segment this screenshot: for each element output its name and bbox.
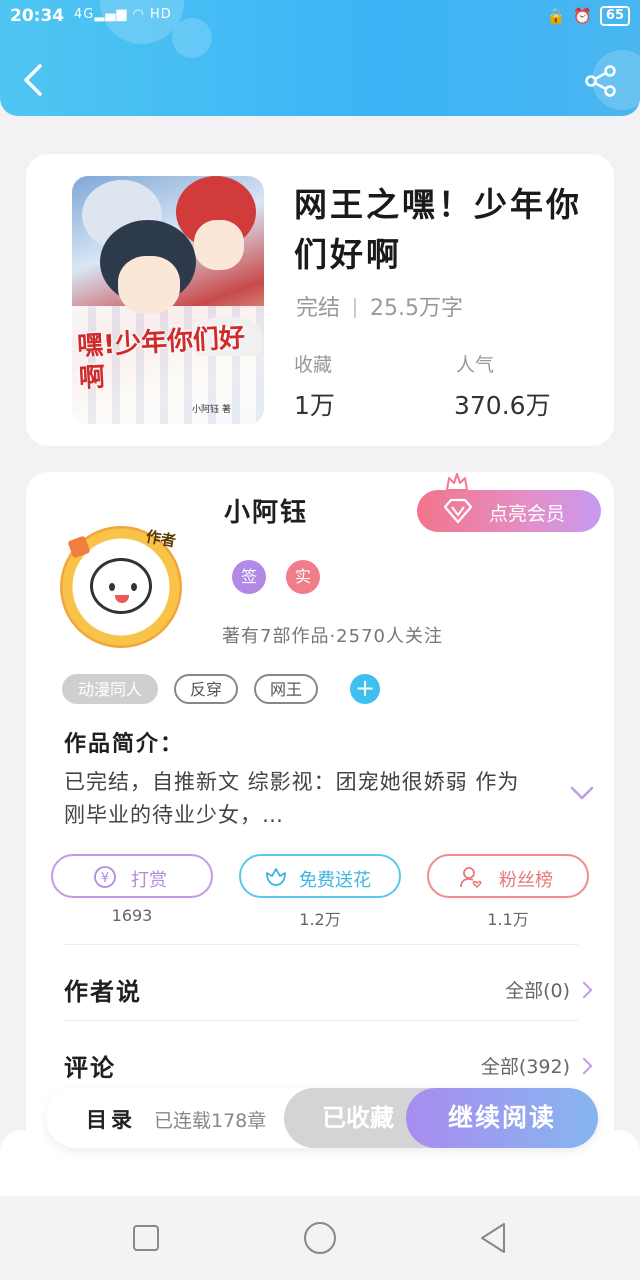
favorites-label: 收藏 [294,354,333,376]
book-meta: 完结 25.5万字 [296,290,463,322]
diamond-icon [443,498,473,524]
flag-decor [67,535,91,559]
status-right: 🔒 ⏰ 65 [547,6,630,26]
avatar-face [90,558,152,614]
intro-text: 已完结，自推新文 综影视：团宠她很娇弱 作为刚毕业的待业少女，… [64,770,520,827]
tag-item[interactable]: 网王 [254,674,319,704]
divider [64,944,578,945]
author-name[interactable]: 小阿钰 [224,492,308,529]
serial-status: 已连载178章 [154,1110,267,1132]
cover-author: 小阿钰 著 [192,405,231,415]
lock-icon: 🔒 [546,7,566,25]
comments-link-label: 全部(392) [480,1056,570,1078]
author-card: 作者 小阿钰 点亮会员 签 实 著有7部作品·2570人关注 动漫同人 反穿 网… [26,472,614,1172]
status-bar: 20:34 4G▂▄▆ ◠ HD 🔒 ⏰ 65 [10,6,630,28]
status-time: 20:34 [10,6,65,26]
reading-bar: 目录 已连载178章 已收藏 继续阅读 [46,1088,598,1148]
free-flower-button[interactable]: 免费送花 [239,854,401,898]
free-flower-label: 免费送花 [299,870,371,891]
author-says-link-label: 全部(0) [505,980,570,1002]
share-icon[interactable] [584,64,618,98]
toc-button[interactable]: 目录 [86,1104,136,1134]
tag-item[interactable]: 反穿 [174,674,239,704]
comments-title: 评论 [64,1054,116,1082]
fans-count: 1.1万 [487,910,529,929]
book-info-card: 嘿!少年你们好啊 小阿钰 著 网王之嘿！少年你们好啊 完结 25.5万字 收藏 1… [26,154,614,446]
popularity-value: 370.6万 [454,391,551,420]
back-icon[interactable] [20,62,48,98]
fans-icon [460,867,482,889]
book-word-count: 25.5万字 [370,296,464,321]
home-icon[interactable] [302,1220,338,1256]
add-tag-button[interactable]: + [350,674,381,704]
author-stats: 著有7部作品·2570人关注 [222,626,443,647]
fans-ranking-label: 粉丝榜 [499,870,553,891]
signed-badge: 签 [232,560,266,594]
chevron-right-icon [575,1057,593,1075]
battery-icon: 65 [599,6,630,26]
author-says-title: 作者说 [64,978,142,1006]
alarm-icon: ⏰ [573,7,592,25]
author-avatar[interactable]: 作者 [60,526,182,648]
vip-button[interactable]: 点亮会员 [417,473,601,532]
author-says-link[interactable]: 全部(0) [505,976,593,1003]
comments-link[interactable]: 全部(392) [480,1052,593,1079]
reward-button[interactable]: ¥ 打赏 [51,854,213,898]
yuan-icon: ¥ [94,866,116,888]
fans-ranking-button[interactable]: 粉丝榜 [427,854,589,898]
popularity-label: 人气 [456,354,495,376]
vip-button-label: 点亮会员 [489,503,566,525]
author-badge: 作者 [144,527,178,551]
crown-icon [446,473,468,491]
reward-label: 打赏 [131,870,167,891]
divider [64,1020,578,1021]
book-status: 完结 [296,296,341,321]
tag-item[interactable]: 动漫同人 [62,674,159,704]
back-nav-icon[interactable] [476,1220,512,1256]
tag-list: 动漫同人 反穿 网王 + [62,674,381,704]
book-cover[interactable]: 嘿!少年你们好啊 小阿钰 著 [72,176,264,424]
flower-count: 1.2万 [299,910,341,929]
svg-text:¥: ¥ [101,871,109,886]
favorites-value: 1万 [294,391,335,420]
chevron-down-icon[interactable] [570,784,594,802]
hd-label: HD [149,7,172,22]
app-header: 20:34 4G▂▄▆ ◠ HD 🔒 ⏰ 65 [0,0,640,116]
cover-title: 嘿!少年你们好啊 [76,323,246,394]
meta-divider [354,298,357,318]
chevron-right-icon [575,981,593,999]
real-name-badge: 实 [286,560,320,594]
reward-count: 1693 [111,906,153,925]
recent-apps-icon[interactable] [128,1220,164,1256]
system-nav-bar [0,1196,640,1280]
flower-icon [266,868,286,886]
book-title: 网王之嘿！少年你们好啊 [294,185,582,274]
signal-icon: 4G▂▄▆ ◠ HD [74,7,172,22]
intro-title: 作品简介： [64,732,185,757]
network-type: 4G [74,7,95,22]
continue-reading-button[interactable]: 继续阅读 [406,1088,598,1148]
